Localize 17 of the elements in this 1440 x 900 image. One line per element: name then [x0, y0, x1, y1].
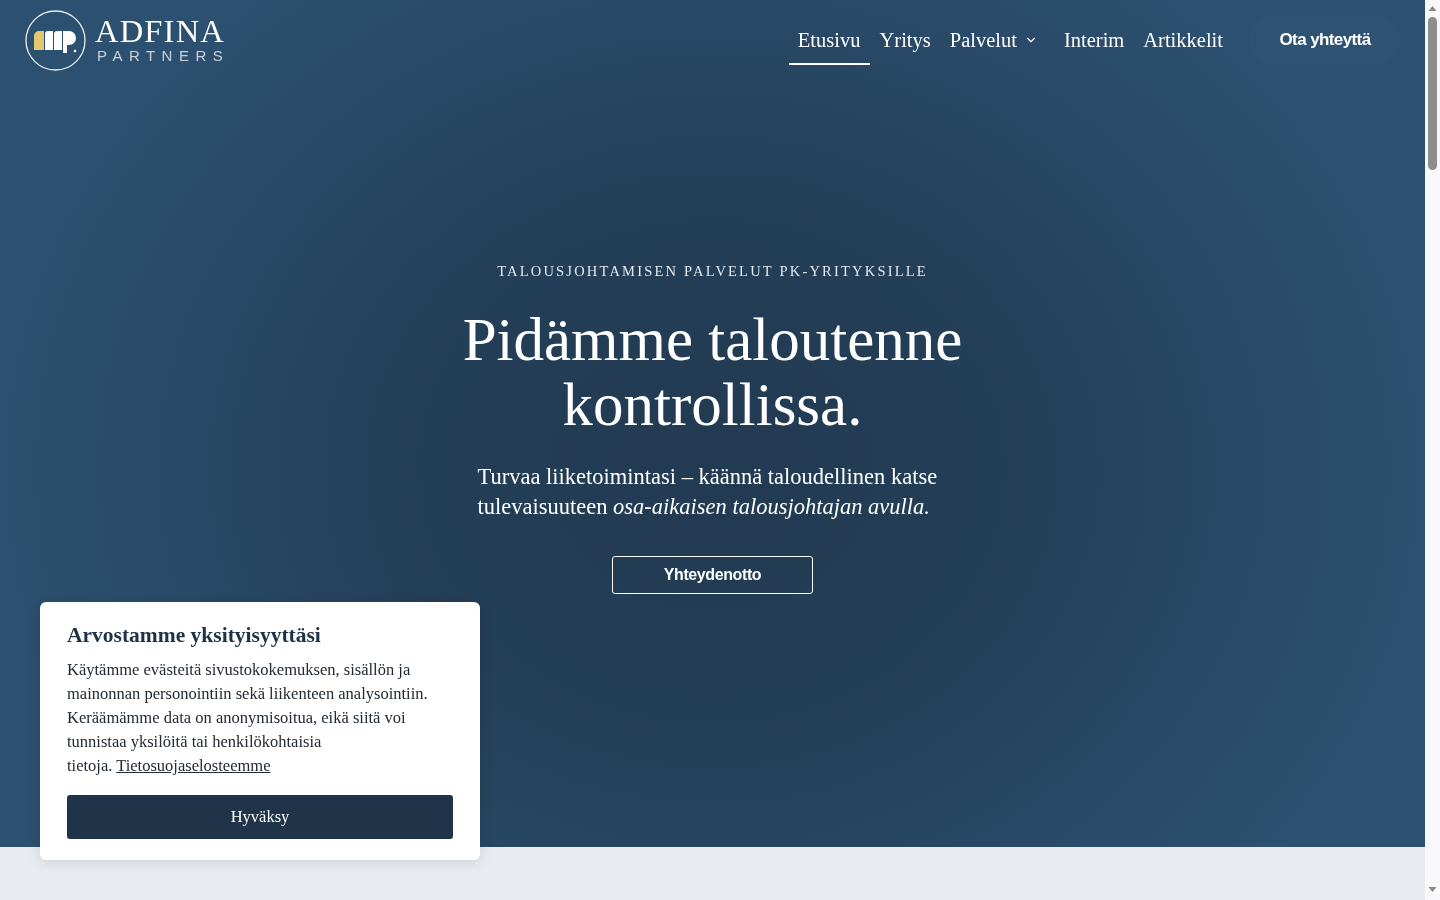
privacy-policy-link[interactable]: Tietosuojaselosteemme: [116, 756, 271, 775]
cookie-title: Arvostamme yksityisyyttäsi: [67, 622, 322, 648]
hero-lead: Turvaa liiketoimintasi – käännä taloudellinen katse tulevaisuuteen osa-aikaisen talousjohtajan avulla.: [476, 463, 939, 521]
nav-tab[interactable]: Yritys: [870, 15, 940, 65]
cookie-text: Käytämme evästeitä sivustokokemuksen, sisällön ja mainonnan personointiin sekä liikenteen analysointiin. Keräämämme data on anonymisoitua, eikä siitä voi tunnistaa yksilöitä tai henkilökohtaisia tietoja. Tietosuojaselosteemme: [67, 659, 429, 777]
logo-tagline: PARTNERS: [96, 47, 230, 64]
hero-eyebrow: TALOUSJOHTAMISEN PALVELUT PK-YRITYKSILLE: [497, 263, 928, 279]
contact-button[interactable]: Yhteydenotto: [612, 556, 813, 594]
scrollbar[interactable]: [1425, 0, 1440, 900]
nav-tab[interactable]: Artikkelit: [1134, 15, 1232, 65]
hero-heading: Pidämme taloutenne kontrollissa.: [461, 307, 964, 437]
nav-tab[interactable]: Interim: [1054, 15, 1134, 65]
nav-tab[interactable]: Palvelut: [940, 15, 1047, 65]
logo-icon: [25, 9, 86, 71]
accept-button[interactable]: Hyväksy: [67, 795, 453, 839]
logo-name: ADFINA: [95, 16, 226, 46]
nav-tab[interactable]: Etusivu: [788, 15, 870, 65]
